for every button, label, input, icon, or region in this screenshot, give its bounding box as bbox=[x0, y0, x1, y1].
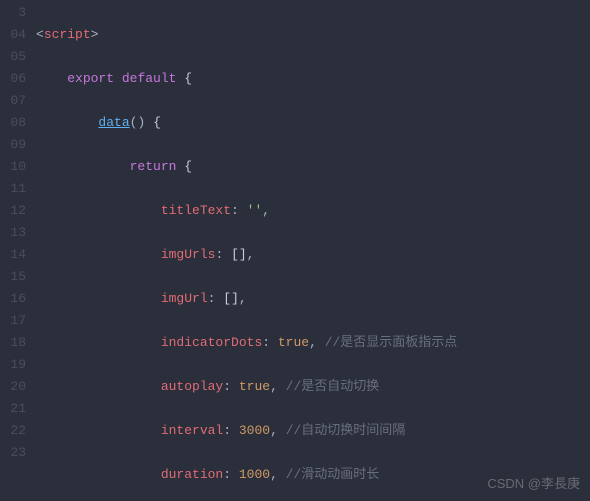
code-line: titleText: '', bbox=[36, 200, 590, 222]
line-gutter: 3 04 05 06 07 08 09 10 11 12 13 14 15 16… bbox=[0, 0, 30, 501]
line-number: 19 bbox=[0, 354, 26, 376]
code-line: export default { bbox=[36, 68, 590, 90]
code-line: return { bbox=[36, 156, 590, 178]
line-number: 23 bbox=[0, 442, 26, 464]
code-line: indicatorDots: true, //是否显示面板指示点 bbox=[36, 332, 590, 354]
line-number: 10 bbox=[0, 156, 26, 178]
line-number: 16 bbox=[0, 288, 26, 310]
line-number: 11 bbox=[0, 178, 26, 200]
line-number: 15 bbox=[0, 266, 26, 288]
code-line: <script> bbox=[36, 24, 590, 46]
line-number: 08 bbox=[0, 112, 26, 134]
code-line: data() { bbox=[36, 112, 590, 134]
line-number: 20 bbox=[0, 376, 26, 398]
line-number: 17 bbox=[0, 310, 26, 332]
code-line: autoplay: true, //是否自动切换 bbox=[36, 376, 590, 398]
line-number: 04 bbox=[0, 24, 26, 46]
line-number: 07 bbox=[0, 90, 26, 112]
code-area[interactable]: <script> export default { data() { retur… bbox=[30, 0, 590, 501]
watermark: CSDN @李長庚 bbox=[487, 473, 580, 495]
code-line: imgUrl: [], bbox=[36, 288, 590, 310]
line-number bbox=[0, 464, 26, 486]
code-line: interval: 3000, //自动切换时间间隔 bbox=[36, 420, 590, 442]
code-editor[interactable]: 3 04 05 06 07 08 09 10 11 12 13 14 15 16… bbox=[0, 0, 590, 501]
line-number: 05 bbox=[0, 46, 26, 68]
line-number: 3 bbox=[0, 2, 26, 24]
line-number: 21 bbox=[0, 398, 26, 420]
code-line: imgUrls: [], bbox=[36, 244, 590, 266]
line-number: 22 bbox=[0, 420, 26, 442]
line-number: 12 bbox=[0, 200, 26, 222]
line-number: 18 bbox=[0, 332, 26, 354]
line-number: 09 bbox=[0, 134, 26, 156]
line-number: 14 bbox=[0, 244, 26, 266]
line-number: 06 bbox=[0, 68, 26, 90]
line-number: 13 bbox=[0, 222, 26, 244]
